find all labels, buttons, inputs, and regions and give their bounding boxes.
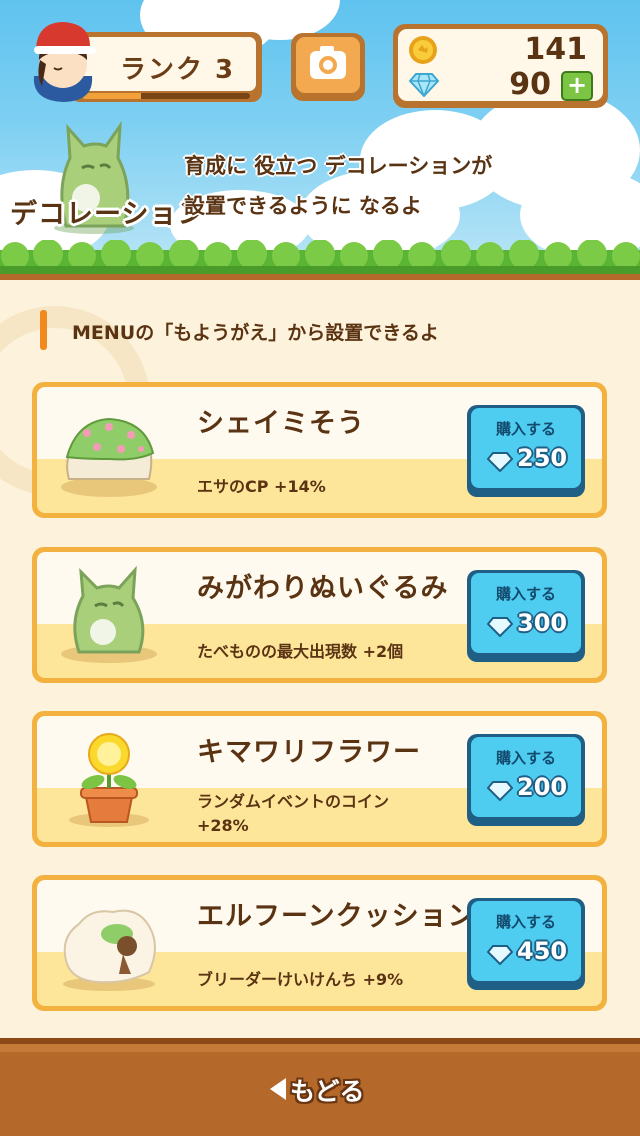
item-price: 250: [517, 444, 568, 472]
decoration-description-line1: 育成に 役立つ デコレーションが: [184, 154, 493, 178]
buy-button[interactable]: 購入する 200: [467, 734, 585, 826]
back-button-label: もどる: [290, 1077, 365, 1106]
decoration-description-line2: 設置できるように なるよ: [184, 194, 422, 218]
notice-text: MENUの「もようがえ」から設置できるよ: [72, 322, 439, 344]
item-name: エルフーンクッション: [197, 901, 476, 932]
substitute-doll-icon: [61, 566, 157, 663]
camera-button[interactable]: [291, 33, 365, 101]
back-arrow-icon: [270, 1078, 286, 1100]
buy-button[interactable]: 購入する 250: [467, 405, 585, 497]
whimsicott-cushion-icon: [63, 909, 156, 991]
gracidea-plant-icon: [61, 417, 157, 497]
diamond-icon: [408, 73, 440, 97]
trainer-avatar[interactable]: [24, 16, 102, 104]
coin-count: 141: [524, 32, 587, 67]
buy-button[interactable]: 購入する 450: [467, 898, 585, 990]
currency-panel: 141 90 +: [393, 24, 608, 108]
diamond-icon: [487, 452, 513, 472]
item-price: 450: [517, 937, 568, 965]
app-screen: ランク 3 141 90 + デコレーション 育成に 役立つ デコレーションが …: [0, 0, 640, 1136]
buy-button-label: 購入する: [495, 749, 556, 767]
item-effect: たべものの最大出現数 +2個: [197, 642, 404, 661]
item-effect: エサのCP +14%: [197, 477, 326, 496]
item-effect-line1: ランダムイベントのコイン: [197, 792, 390, 811]
shop-item-card[interactable]: みがわりぬいぐるみ たべものの最大出現数 +2個 購入する 300: [32, 547, 607, 683]
diamond-icon: [487, 781, 513, 801]
gem-count: 90: [509, 67, 551, 102]
item-price: 300: [517, 609, 568, 637]
add-gems-button[interactable]: +: [561, 71, 593, 101]
back-button[interactable]: もどる: [250, 1072, 390, 1110]
item-effect: ランダムイベントのコイン +28%: [197, 790, 389, 838]
notice-accent: [40, 310, 47, 350]
item-name: みがわりぬいぐるみ: [197, 573, 449, 604]
shop-item-card[interactable]: シェイミそう エサのCP +14% 購入する 250: [32, 382, 607, 518]
item-price: 200: [517, 773, 568, 801]
buy-button[interactable]: 購入する 300: [467, 570, 585, 662]
rank-progress-bar: [82, 93, 250, 99]
item-effect-line2: +28%: [197, 816, 249, 835]
item-name: キマワリフラワー: [197, 737, 421, 768]
item-name: シェイミそう: [197, 408, 365, 439]
sunflora-flower-icon: [69, 733, 149, 827]
buy-button-label: 購入する: [495, 585, 556, 603]
shop-item-card[interactable]: エルフーンクッション ブリーダーけいけんち +9% 購入する 450: [32, 875, 607, 1011]
shop-content: MENUの「もようがえ」から設置できるよ シェイミそう エサのCP +14% 購…: [0, 282, 640, 1038]
diamond-icon: [487, 617, 513, 637]
coin-icon: [409, 36, 437, 64]
camera-icon: [310, 46, 346, 79]
rank-label: ランク 3: [120, 55, 236, 85]
buy-button-label: 購入する: [495, 420, 556, 438]
decoration-title: デコレーション: [10, 199, 206, 230]
footer-bar: もどる: [0, 1038, 640, 1136]
buy-button-label: 購入する: [495, 913, 556, 931]
item-effect: ブリーダーけいけんち +9%: [197, 970, 404, 989]
diamond-icon: [487, 945, 513, 965]
shop-item-card[interactable]: キマワリフラワー ランダムイベントのコイン +28% 購入する 200: [32, 711, 607, 847]
